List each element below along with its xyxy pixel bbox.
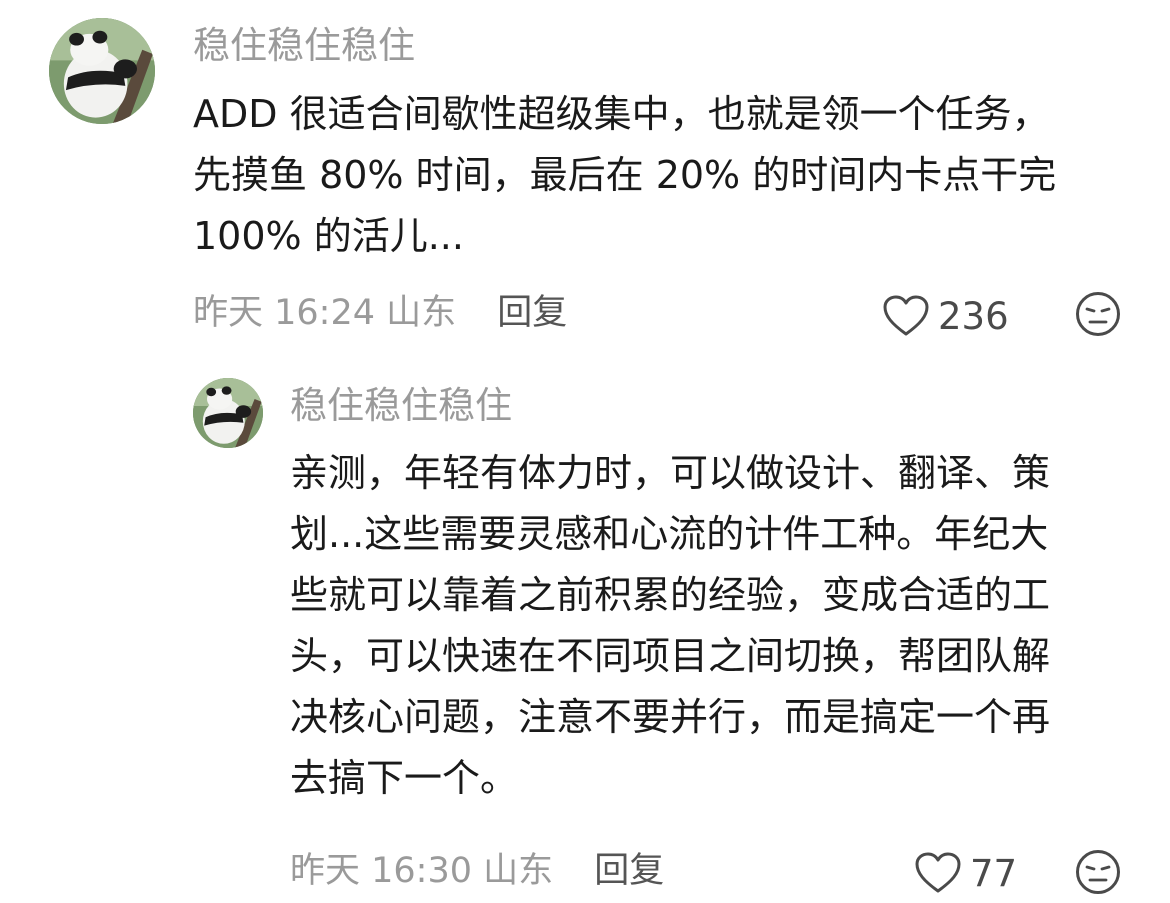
panda-avatar-icon [49,18,155,124]
reply-text-line: 划...这些需要灵感和心流的计件工种。年纪大 [290,512,1049,556]
reply-time: 昨天 16:30 [290,851,472,891]
comment-meta: 昨天 16:24 山东 回复 [193,296,567,331]
comment-text: ADD 很适合间歇性超级集中，也就是领一个任务， 先摸鱼 80% 时间，最后在 … [193,84,1123,267]
comment-like-button[interactable]: 236 [882,294,1009,338]
neutral-face-icon [1076,850,1120,894]
comment-avatar[interactable] [49,18,155,124]
comment-text-line: 100% 的活儿... [193,214,464,258]
panda-avatar-icon [193,378,263,448]
comment-like-count: 236 [938,294,1009,338]
comment-location: 山东 [386,293,457,333]
heart-icon [915,852,961,893]
reply-reply-button[interactable]: 回复 [594,851,664,891]
reply-text-line: 去搞下一个。 [290,756,519,800]
heart-icon [883,295,929,336]
comment-text-line: 先摸鱼 80% 时间，最后在 20% 的时间内卡点干完 [193,153,1057,197]
reply-text-line: 决核心问题，注意不要并行，而是搞定一个再 [290,695,1051,739]
comment-reply-button[interactable]: 回复 [497,293,567,333]
reply-text-line: 亲测，年轻有体力时，可以做设计、翻译、策 [290,451,1051,495]
reply-avatar[interactable] [193,378,263,448]
comment-username[interactable]: 稳住稳住稳住 [193,27,415,64]
reply-meta: 昨天 16:30 山东 回复 [290,854,664,889]
comment-time: 昨天 16:24 [193,293,375,333]
comment-dislike-button[interactable] [1075,291,1121,337]
comment-text-line: ADD 很适合间歇性超级集中，也就是领一个任务， [193,92,1050,136]
reply-dislike-button[interactable] [1075,849,1121,895]
reply-text-line: 头，可以快速在不同项目之间切换，帮团队解 [290,634,1051,678]
reply-like-count: 77 [970,851,1018,895]
reply-location: 山东 [483,851,554,891]
reply-text: 亲测，年轻有体力时，可以做设计、翻译、策 划...这些需要灵感和心流的计件工种。… [290,443,1130,809]
reply-username[interactable]: 稳住稳住稳住 [290,387,512,424]
neutral-face-icon [1076,292,1120,336]
reply-text-line: 些就可以靠着之前积累的经验，变成合适的工 [290,573,1051,617]
reply-like-button[interactable]: 77 [914,851,1017,895]
